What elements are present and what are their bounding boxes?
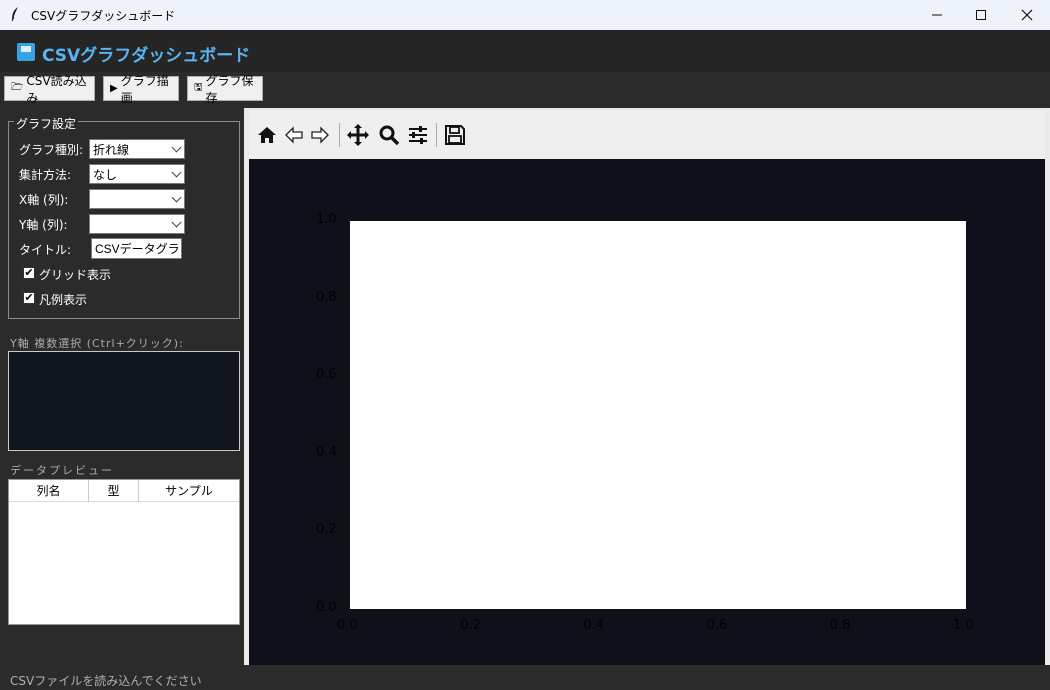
toolbar-separator xyxy=(339,123,340,147)
grid-checkbox-label: グリッド表示 xyxy=(39,268,112,282)
save-graph-label: グラフ保存 xyxy=(205,73,254,105)
app-title: CSVグラフダッシュボード xyxy=(42,46,251,66)
y-tick-label: 0.0 xyxy=(316,600,337,615)
play-icon: ▶ xyxy=(110,83,118,94)
feather-icon xyxy=(10,6,20,26)
configure-subplots-button[interactable] xyxy=(405,122,431,148)
x-tick-label: 0.4 xyxy=(583,618,605,633)
aggregation-select[interactable]: なし xyxy=(89,164,185,184)
plot-panel: 0.0 0.2 0.4 0.6 0.8 1.0 0.0 0.2 0.4 0.6 0.8 1.0 xyxy=(244,108,1050,665)
legend-checkbox[interactable]: ✔ xyxy=(23,292,35,304)
window-titlebar: CSVグラフダッシュボード xyxy=(0,0,1050,30)
minimize-button[interactable] xyxy=(914,0,960,30)
status-message: CSVファイルを読み込んでください xyxy=(10,674,202,688)
configure-subplots-icon xyxy=(409,126,427,144)
multi-select-label: Y軸 複数選択 (Ctrl+クリック): xyxy=(10,337,184,350)
load-csv-button[interactable]: 🗁 CSV読み込み xyxy=(4,74,95,105)
title-input[interactable] xyxy=(91,238,182,259)
close-icon xyxy=(1021,9,1033,21)
graph-settings-group: グラフ設定 グラフ種別: 折れ線 集計方法: なし X軸 (列): Y軸 (列)… xyxy=(8,115,240,319)
chart-type-value: 折れ線 xyxy=(93,143,130,157)
aggregation-label: 集計方法: xyxy=(19,168,72,182)
y-tick-label: 0.2 xyxy=(316,522,337,538)
data-preview-label: データプレビュー xyxy=(10,464,114,477)
plot-canvas[interactable]: 0.0 0.2 0.4 0.6 0.8 1.0 0.0 0.2 0.4 0.6 0.8 1.0 xyxy=(249,159,1045,665)
plot-navigation-toolbar xyxy=(249,110,1045,159)
grid-checkbox[interactable]: ✔ xyxy=(23,267,35,279)
x-tick-label: 0.2 xyxy=(460,618,481,633)
save-icon xyxy=(445,125,465,145)
y-axis-multi-select-list[interactable] xyxy=(8,351,240,451)
zoom-button[interactable] xyxy=(376,122,402,148)
status-bar: CSVファイルを読み込んでください xyxy=(0,668,1050,690)
column-header-type[interactable]: 型 xyxy=(89,480,139,502)
back-icon xyxy=(285,126,303,144)
y-tick-label: 0.6 xyxy=(316,367,337,383)
column-header-name[interactable]: 列名 xyxy=(9,480,89,502)
chevron-down-icon xyxy=(171,192,182,203)
draw-graph-label: グラフ描画 xyxy=(120,73,169,105)
y-tick-label: 1.0 xyxy=(316,212,337,227)
chart-type-select[interactable]: 折れ線 xyxy=(89,139,185,159)
save-graph-button[interactable]: 🖫 グラフ保存 xyxy=(187,74,263,105)
load-csv-label: CSV読み込み xyxy=(26,73,87,105)
x-tick-label: 0.0 xyxy=(337,618,358,633)
chevron-down-icon xyxy=(171,167,182,178)
y-axis-label: Y軸 (列): xyxy=(19,218,68,232)
x-tick-label: 0.8 xyxy=(829,618,851,633)
window-title: CSVグラフダッシュボード xyxy=(31,9,176,23)
draw-graph-button[interactable]: ▶ グラフ描画 xyxy=(103,74,179,105)
maximize-button[interactable] xyxy=(958,0,1004,30)
forward-button[interactable] xyxy=(307,122,333,148)
plot-axes xyxy=(350,221,966,609)
x-axis-label: X軸 (列): xyxy=(19,193,69,207)
save-figure-button[interactable] xyxy=(442,122,468,148)
zoom-icon xyxy=(379,125,400,146)
y-tick-label: 0.4 xyxy=(316,444,337,460)
dashboard-logo-icon xyxy=(17,43,35,61)
pan-icon xyxy=(347,124,369,146)
title-label: タイトル: xyxy=(19,243,72,257)
pan-button[interactable] xyxy=(345,122,371,148)
chevron-down-icon xyxy=(171,142,182,153)
graph-settings-title: グラフ設定 xyxy=(14,115,79,132)
maximize-icon xyxy=(976,10,986,20)
app-header: CSVグラフダッシュボード xyxy=(0,30,1050,72)
chart-type-label: グラフ種別: xyxy=(19,143,84,157)
x-tick-label: 0.6 xyxy=(706,618,728,633)
minimize-icon xyxy=(932,14,942,16)
back-button[interactable] xyxy=(281,122,307,148)
main-toolbar: 🗁 CSV読み込み ▶ グラフ描画 🖫 グラフ保存 xyxy=(0,72,1050,106)
floppy-icon: 🖫 xyxy=(194,82,203,93)
legend-checkbox-label: 凡例表示 xyxy=(39,293,88,307)
chevron-down-icon xyxy=(171,217,182,228)
aggregation-value: なし xyxy=(93,168,118,182)
folder-icon: 🗁 xyxy=(11,82,24,93)
x-tick-label: 1.0 xyxy=(953,618,974,633)
close-button[interactable] xyxy=(1004,0,1050,30)
forward-icon xyxy=(311,126,329,144)
toolbar-separator xyxy=(436,123,437,147)
y-tick-label: 0.8 xyxy=(316,289,337,305)
column-header-sample[interactable]: サンプル xyxy=(139,480,239,502)
home-icon xyxy=(258,127,276,143)
data-preview-table[interactable]: 列名 型 サンプル xyxy=(8,479,240,625)
x-axis-select[interactable] xyxy=(89,189,185,209)
home-button[interactable] xyxy=(254,122,280,148)
y-axis-select[interactable] xyxy=(89,214,185,234)
